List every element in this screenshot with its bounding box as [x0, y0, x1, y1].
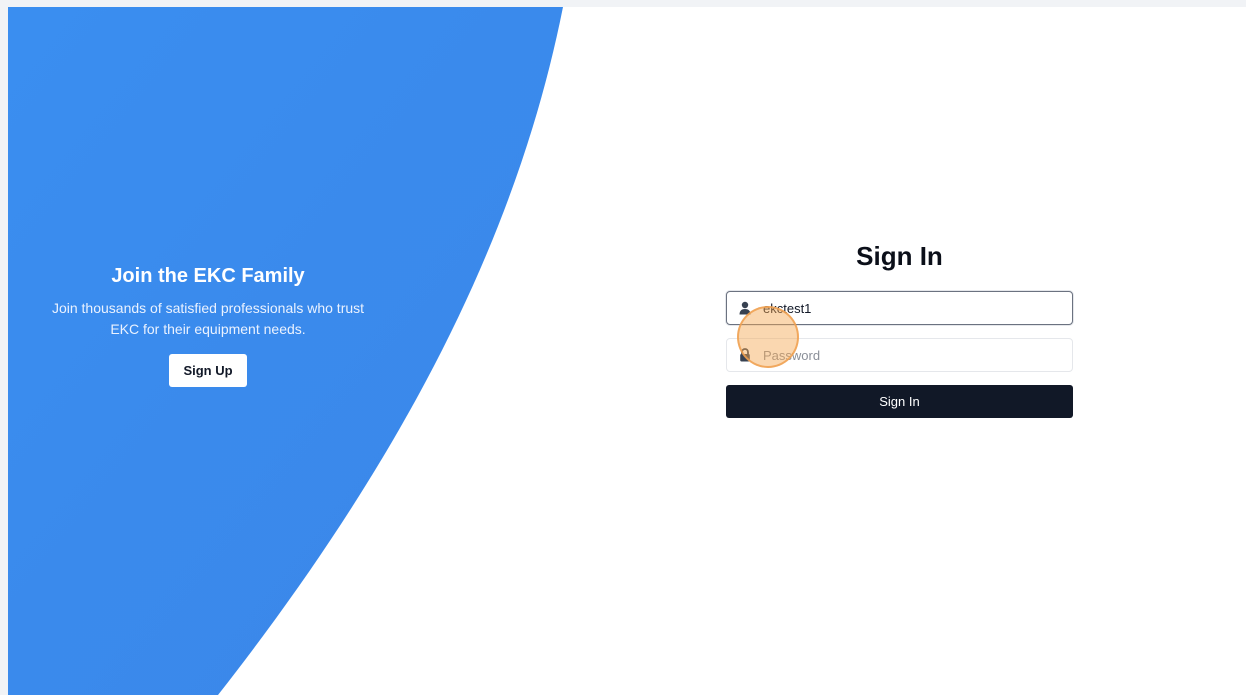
sign-in-form: Sign In Sign In	[726, 239, 1073, 418]
user-icon	[739, 301, 751, 315]
sign-in-button[interactable]: Sign In	[726, 385, 1073, 418]
login-page: Join the EKC Family Join thousands of sa…	[8, 7, 1246, 695]
password-input[interactable]	[763, 339, 1063, 371]
username-input[interactable]	[763, 292, 1063, 324]
username-field[interactable]	[726, 291, 1073, 325]
lock-icon	[740, 348, 750, 362]
sign-up-button[interactable]: Sign Up	[169, 354, 247, 387]
sign-in-title: Sign In	[856, 241, 943, 271]
password-field[interactable]	[726, 338, 1073, 372]
promo-title: Join the EKC Family	[111, 265, 305, 287]
promo-panel: Join the EKC Family Join thousands of sa…	[48, 265, 368, 387]
promo-description: Join thousands of satisfied professional…	[51, 300, 365, 337]
